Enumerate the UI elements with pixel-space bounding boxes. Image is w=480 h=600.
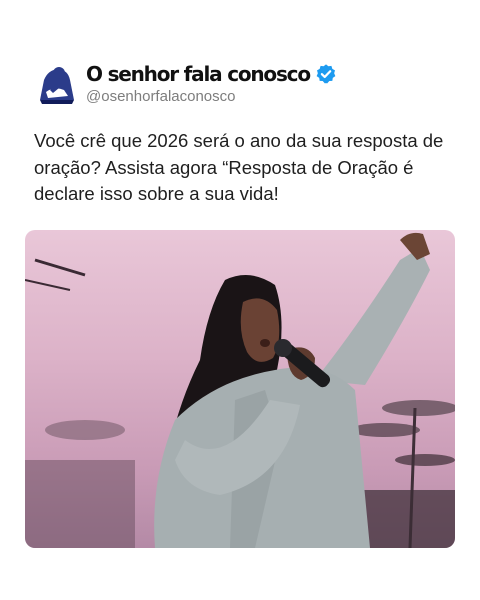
singer-with-microphone-image <box>25 232 455 548</box>
post-text: Você crê que 2026 será o ano da sua resp… <box>34 130 444 204</box>
avatar[interactable] <box>34 60 80 106</box>
social-post-card: O senhor fala conosco @osenhorfalaconosc… <box>0 0 480 600</box>
post-header: O senhor fala conosco @osenhorfalaconosc… <box>34 60 454 110</box>
display-name[interactable]: O senhor fala conosco <box>86 62 311 86</box>
verified-badge-icon <box>316 64 336 84</box>
name-row: O senhor fala conosco <box>86 62 337 86</box>
account-handle[interactable]: @osenhorfalaconosco <box>86 88 236 105</box>
praying-person-logo-icon <box>35 61 79 105</box>
post-media-image[interactable] <box>25 230 455 548</box>
